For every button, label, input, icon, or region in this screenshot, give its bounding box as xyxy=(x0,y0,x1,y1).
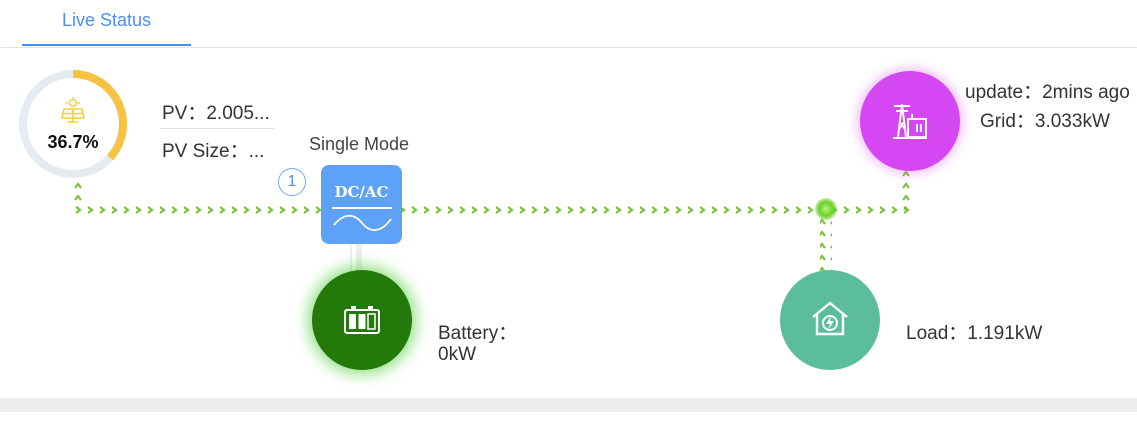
energy-flow-lines xyxy=(71,168,912,272)
grid-tower-icon xyxy=(893,103,927,139)
pv-to-inverter-flow xyxy=(72,202,322,214)
pv-percent: 36.7% xyxy=(47,132,99,152)
load-node[interactable] xyxy=(780,270,880,370)
inverter-count-badge: 1 xyxy=(278,168,306,196)
battery-icon xyxy=(344,306,380,334)
flow-junction-dot xyxy=(815,198,837,220)
inverter-label: DC/AC xyxy=(334,183,389,201)
battery-label: Battery： xyxy=(438,323,518,344)
pv-gauge xyxy=(19,70,127,178)
solar-panel-icon xyxy=(61,97,85,123)
battery-power: 0kW xyxy=(438,344,476,365)
grid-power: Grid：3.033kW xyxy=(980,111,1110,132)
pv-divider xyxy=(160,128,275,129)
grid-node[interactable] xyxy=(860,71,960,171)
pv-power-text: PV：2.005... xyxy=(162,103,270,124)
inverter-wave-icon xyxy=(332,207,392,231)
house-power-icon xyxy=(812,301,848,336)
pv-size-text: PV Size：... xyxy=(162,141,265,162)
mode-label: Single Mode xyxy=(309,134,410,154)
battery-node[interactable] xyxy=(312,270,412,370)
inverter-node[interactable]: DC/AC xyxy=(321,165,402,244)
grid-flow-line xyxy=(900,168,912,210)
grid-update-time: update：2mins ago xyxy=(965,82,1130,103)
load-power: Load：1.191kW xyxy=(906,323,1043,344)
load-flow-line xyxy=(820,214,832,272)
